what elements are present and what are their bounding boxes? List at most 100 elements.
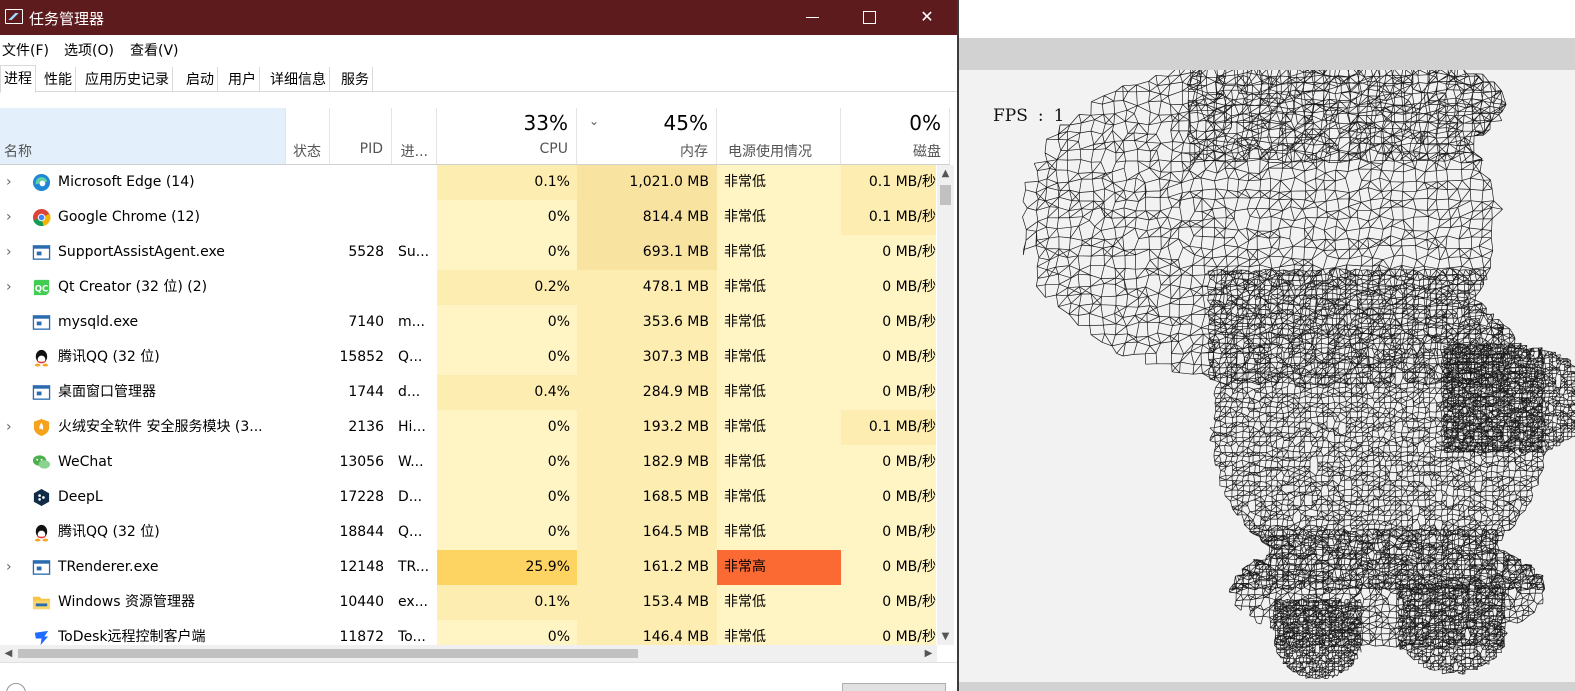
process-cpu: 0% — [437, 480, 577, 515]
process-cpu: 0% — [437, 305, 577, 340]
process-memory: 307.3 MB — [577, 340, 717, 375]
renderer-title-strip — [959, 38, 1575, 70]
vertical-scrollbar[interactable]: ▲ ▼ — [937, 165, 954, 645]
scroll-down-icon[interactable]: ▼ — [937, 628, 954, 645]
table-row[interactable]: › TRenderer.exe 12148 TR... 25.9% 161.2 MB 非常高… — [0, 550, 936, 585]
column-label-status: 状态 — [293, 144, 321, 160]
tab-processes[interactable]: 进程 — [0, 65, 36, 93]
process-image-name: TR... — [398, 559, 430, 575]
task-manager-icon — [5, 9, 23, 24]
table-row[interactable]: › Google Chrome (12) 0% 814.4 MB 非常低 0.1 MB/秒 — [0, 200, 936, 235]
process-cpu: 0.4% — [437, 375, 577, 410]
minimize-button[interactable] — [783, 0, 841, 35]
menu-options[interactable]: 选项(O) — [64, 40, 114, 60]
table-row[interactable]: › 火绒安全软件 安全服务模块 (3... 2136 Hi... 0% 193.2 MB 非… — [0, 410, 936, 445]
end-task-button[interactable] — [842, 683, 946, 691]
column-header-status[interactable]: 状态 — [286, 108, 330, 165]
expand-chevron-icon[interactable]: › — [6, 270, 18, 305]
disk-total-percent: 0% — [909, 111, 941, 135]
title-bar[interactable]: 任务管理器 ✕ — [0, 0, 957, 35]
table-row[interactable]: ToDesk远程控制客户端 11872 To... 0% 146.4 MB 非常低 0 MB… — [0, 620, 936, 645]
table-row[interactable]: Windows 资源管理器 10440 ex... 0.1% 153.4 MB 非常低 0 … — [0, 585, 936, 620]
table-row[interactable]: 腾讯QQ (32 位) 15852 Q... 0% 307.3 MB 非常低 0 MB/秒 — [0, 340, 936, 375]
process-memory: 284.9 MB — [577, 375, 717, 410]
menu-file[interactable]: 文件(F) — [2, 40, 49, 60]
fewer-details-icon[interactable] — [6, 683, 26, 691]
table-row[interactable]: WeChat 13056 W... 0% 182.9 MB 非常低 0 MB/秒 — [0, 445, 936, 480]
process-pid — [330, 200, 384, 235]
table-row[interactable]: › QC Qt Creator (32 位) (2) 0.2% 478.1 MB 非常低 0… — [0, 270, 936, 305]
process-image-name: To... — [398, 629, 426, 645]
table-row[interactable]: 腾讯QQ (32 位) 18844 Q... 0% 164.5 MB 非常低 0 MB/秒 — [0, 515, 936, 550]
column-header-name[interactable]: 名称 — [0, 108, 286, 165]
process-name: Microsoft Edge (14) — [58, 174, 195, 190]
process-disk: 0 MB/秒 — [841, 480, 936, 515]
column-header-power[interactable]: 电源使用情况 — [717, 108, 841, 165]
vertical-scroll-thumb[interactable] — [940, 185, 951, 205]
scroll-up-icon[interactable]: ▲ — [937, 165, 954, 182]
expand-chevron-icon[interactable]: › — [6, 235, 18, 270]
process-pid: 2136 — [348, 419, 384, 435]
scroll-right-icon[interactable]: ▶ — [920, 645, 937, 662]
tab-details[interactable]: 详细信息 — [267, 67, 330, 92]
tab-performance[interactable]: 性能 — [41, 67, 76, 92]
expand-chevron-icon[interactable]: › — [6, 550, 18, 585]
process-cpu: 0% — [437, 620, 577, 645]
table-row[interactable]: › SupportAssistAgent.exe 5528 Su... 0% 693.1 … — [0, 235, 936, 270]
process-cpu: 0% — [437, 200, 577, 235]
table-row[interactable]: 桌面窗口管理器 1744 d... 0.4% 284.9 MB 非常低 0 MB/秒 — [0, 375, 936, 410]
process-pid: 7140 — [348, 314, 384, 330]
edge-icon — [32, 173, 51, 192]
column-label-power: 电源使用情况 — [728, 144, 812, 160]
process-disk: 0.1 MB/秒 — [841, 200, 936, 235]
tab-startup[interactable]: 启动 — [183, 67, 218, 92]
expand-chevron-icon[interactable]: › — [6, 200, 18, 235]
process-memory: 161.2 MB — [577, 550, 717, 585]
process-disk: 0 MB/秒 — [841, 375, 936, 410]
process-cpu: 0% — [437, 410, 577, 445]
table-row[interactable]: DeepL 17228 D... 0% 168.5 MB 非常低 0 MB/秒 — [0, 480, 936, 515]
scroll-left-icon[interactable]: ◀ — [0, 645, 17, 662]
process-image-name: d... — [398, 384, 421, 400]
process-cpu: 25.9% — [437, 550, 577, 585]
process-cpu: 0.1% — [437, 165, 577, 200]
process-disk: 0 MB/秒 — [841, 340, 936, 375]
tab-users[interactable]: 用户 — [225, 67, 260, 92]
process-pid: 13056 — [339, 454, 384, 470]
render-canvas[interactable]: FPS:1 — [959, 70, 1575, 682]
wechat-icon — [32, 453, 51, 472]
horizontal-scroll-thumb[interactable] — [18, 649, 638, 658]
column-header-process-name[interactable]: 进... — [392, 108, 437, 165]
process-power-usage: 非常低 — [717, 585, 841, 620]
maximize-button[interactable] — [840, 0, 898, 35]
column-header-pid[interactable]: PID — [330, 108, 392, 165]
tab-app-history[interactable]: 应用历史记录 — [82, 67, 173, 92]
column-header-disk[interactable]: 0% 磁盘 — [841, 108, 950, 165]
tab-services[interactable]: 服务 — [338, 67, 373, 92]
process-image-name — [398, 270, 436, 305]
expand-chevron-icon[interactable]: › — [6, 165, 18, 200]
close-button[interactable]: ✕ — [898, 0, 956, 35]
expand-chevron-icon[interactable]: › — [6, 410, 18, 445]
process-power-usage: 非常高 — [717, 550, 841, 585]
memory-total-percent: 45% — [663, 111, 708, 135]
process-name: 火绒安全软件 安全服务模块 (3... — [58, 419, 263, 435]
process-power-usage: 非常低 — [717, 410, 841, 445]
table-row[interactable]: mysqld.exe 7140 m... 0% 353.6 MB 非常低 0 MB/秒 — [0, 305, 936, 340]
horizontal-scrollbar[interactable]: ◀ ▶ — [0, 645, 937, 662]
qt-icon: QC — [32, 278, 51, 297]
process-power-usage: 非常低 — [717, 620, 841, 645]
app-window-icon — [32, 313, 51, 332]
process-pid — [330, 165, 384, 200]
table-row[interactable]: › Microsoft Edge (14) 0.1% 1,021.0 MB 非常低 0.1… — [0, 165, 936, 200]
process-disk: 0.1 MB/秒 — [841, 410, 936, 445]
menu-view[interactable]: 查看(V) — [130, 40, 179, 60]
process-disk: 0 MB/秒 — [841, 270, 936, 305]
window-title: 任务管理器 — [29, 10, 105, 28]
todesk-icon — [32, 628, 51, 645]
column-header-cpu[interactable]: 33% CPU — [437, 108, 577, 165]
chrome-icon — [32, 208, 51, 227]
tab-strip: 进程 性能 应用历史记录 启动 用户 详细信息 服务 — [0, 64, 957, 93]
cpu-total-percent: 33% — [523, 111, 568, 135]
fps-separator: : — [1037, 106, 1044, 126]
